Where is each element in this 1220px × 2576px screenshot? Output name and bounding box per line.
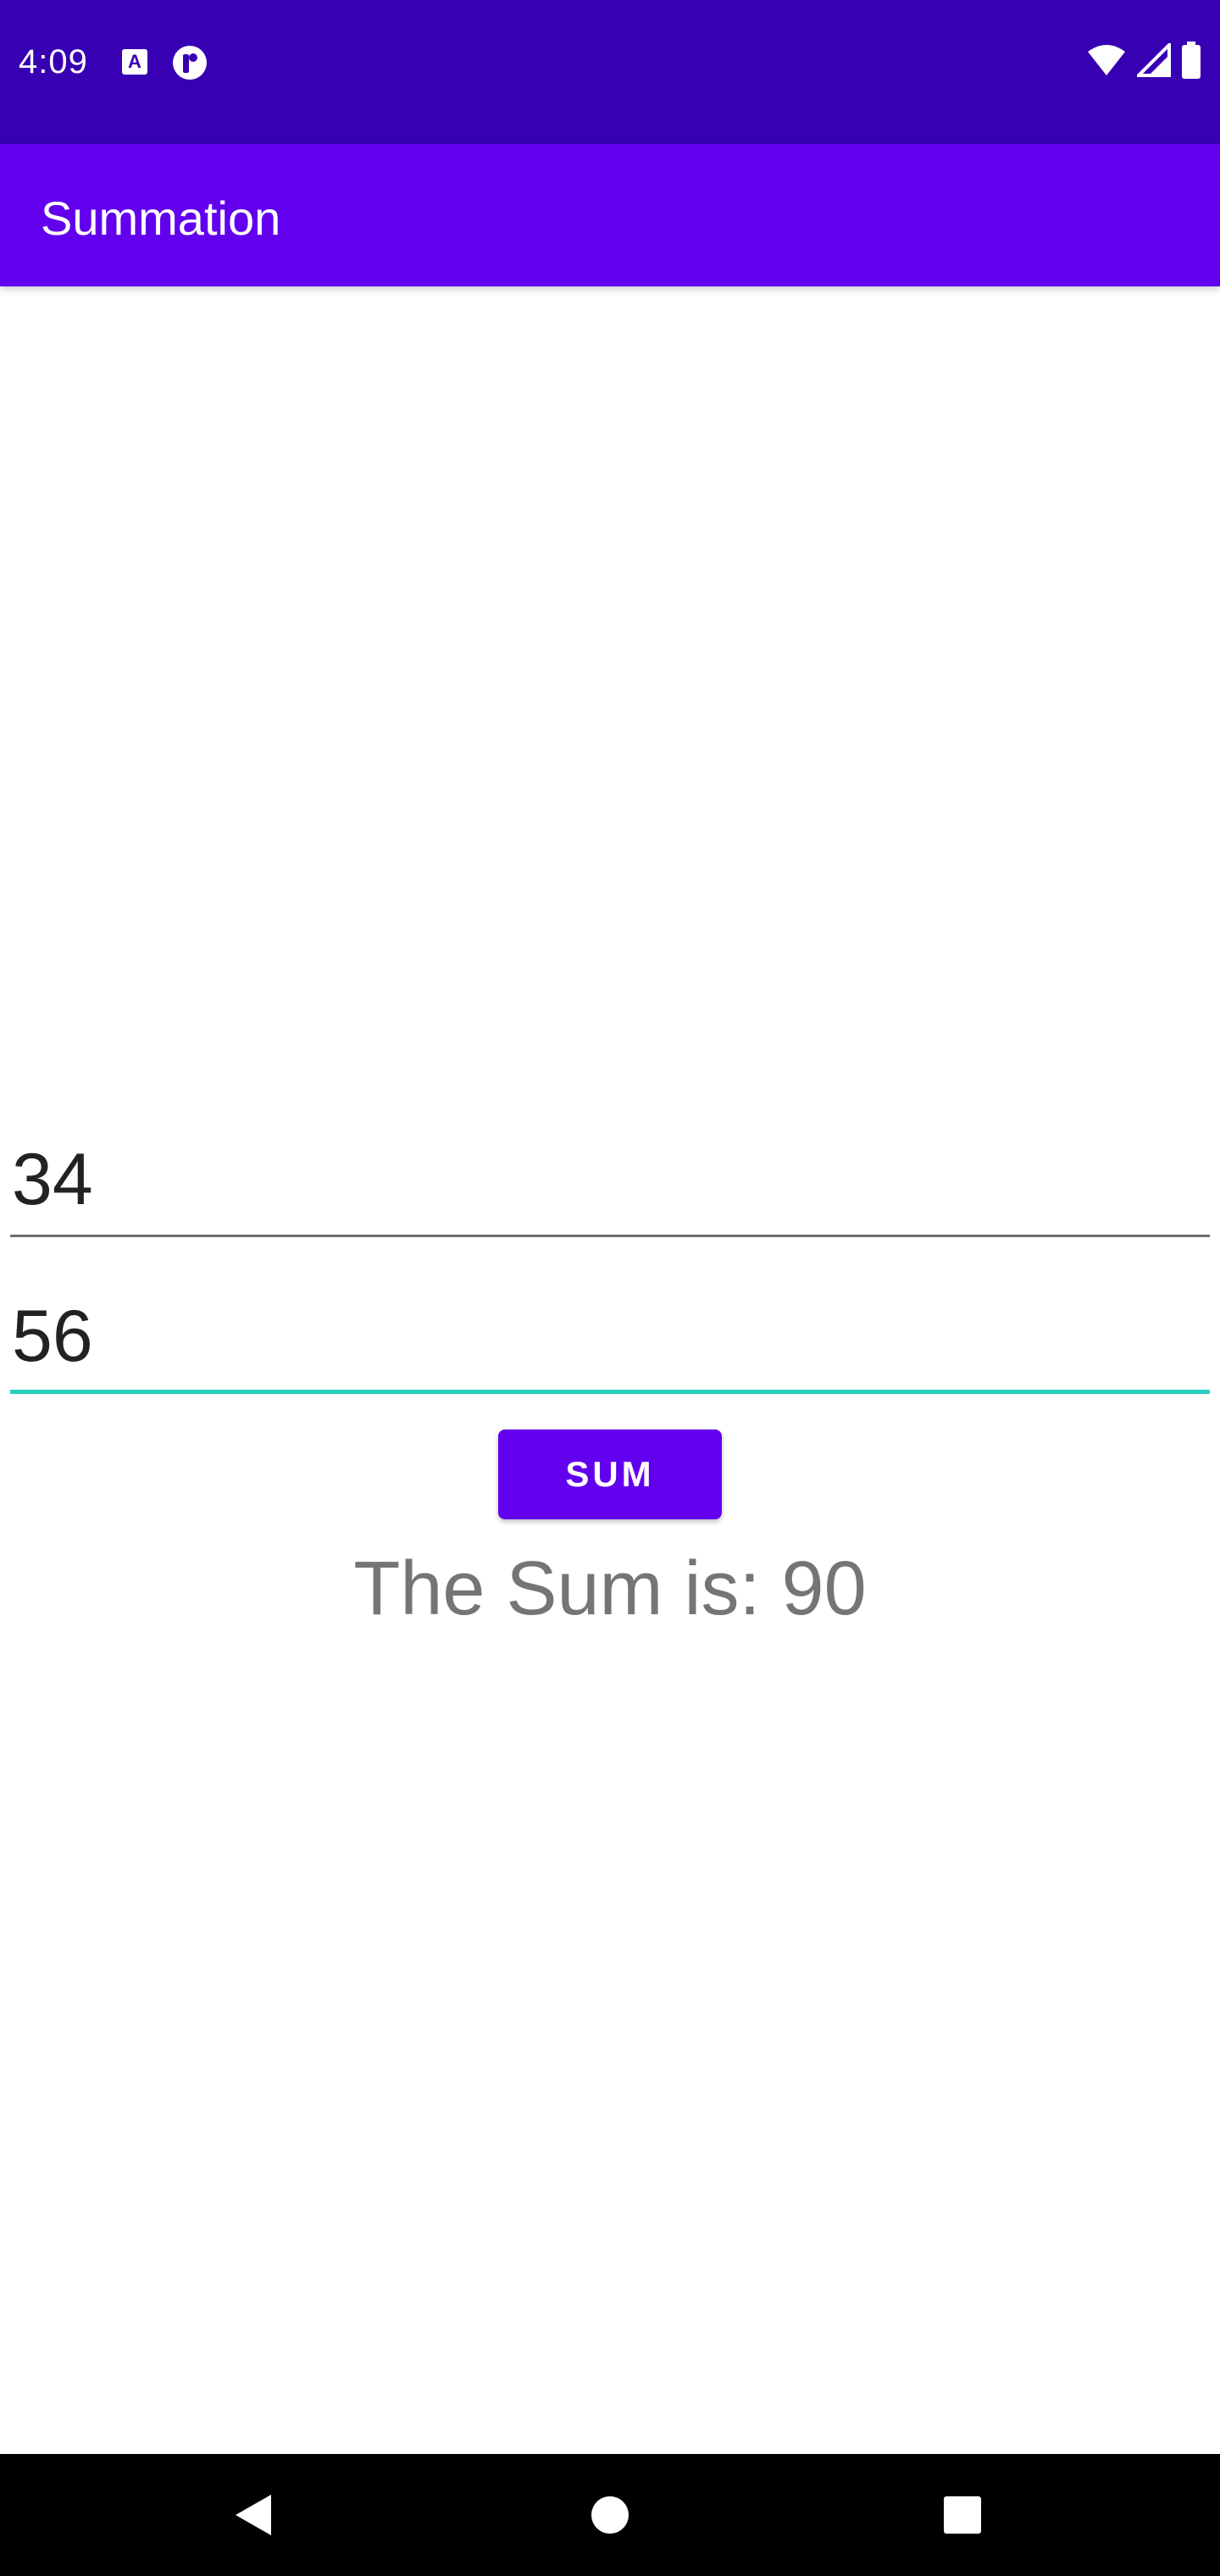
first-number-value: 34 — [12, 1139, 93, 1220]
status-bar: 4:09 A — [0, 0, 1220, 144]
wifi-icon — [1086, 43, 1127, 81]
circle-p-icon — [171, 44, 208, 81]
a-badge-icon: A — [122, 49, 147, 75]
system-icons — [1086, 40, 1201, 83]
home-icon[interactable] — [580, 2484, 640, 2545]
second-number-underline — [10, 1390, 1210, 1394]
app-title: Summation — [41, 192, 281, 245]
status-time: 4:09 — [19, 43, 88, 80]
first-number-input[interactable]: 34 — [10, 1127, 1210, 1237]
second-number-input[interactable]: 56 — [10, 1284, 1210, 1394]
back-icon[interactable] — [222, 2484, 283, 2545]
sum-button[interactable]: SUM — [498, 1430, 722, 1519]
sum-result-text: The Sum is: 90 — [353, 1546, 867, 1631]
signal-icon — [1134, 40, 1171, 81]
first-number-underline — [10, 1235, 1210, 1237]
second-number-value: 56 — [12, 1296, 93, 1377]
recents-icon[interactable] — [932, 2484, 993, 2545]
battery-icon — [1181, 41, 1201, 83]
navigation-bar — [0, 2454, 1220, 2576]
app-bar: Summation — [0, 144, 1220, 286]
